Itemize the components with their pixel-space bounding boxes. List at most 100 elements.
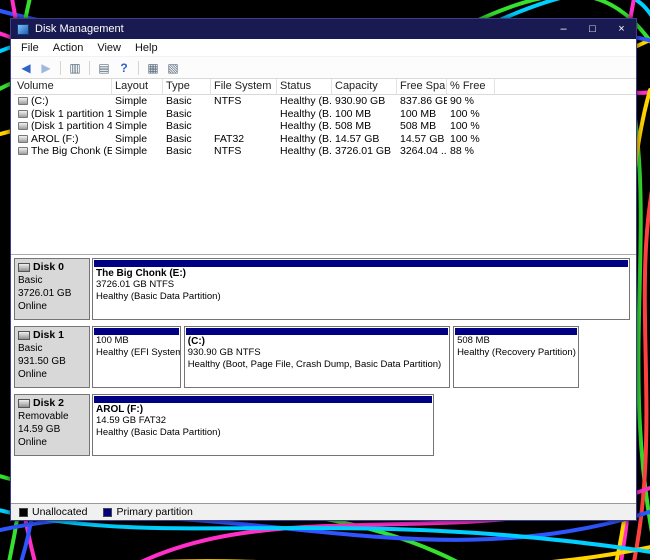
volume-table-header: VolumeLayoutTypeFile SystemStatusCapacit…	[14, 79, 636, 95]
volume-cell: (C:)	[14, 95, 112, 107]
partition-title: The Big Chonk (E:)	[93, 267, 629, 279]
volume-table-body: (C:)SimpleBasicNTFSHealthy (B...930.90 G…	[14, 95, 636, 158]
column-header-fill	[495, 79, 636, 95]
partition-line: Healthy (Basic Data Partition)	[93, 427, 433, 439]
disk-info: 931.50 GB	[18, 355, 86, 368]
column-header-free-spa-[interactable]: Free Spa...	[397, 79, 447, 95]
volume-cell: (Disk 1 partition 1)	[14, 108, 112, 120]
toolbar: ◀▶ ▥ ▤? ▦▧	[11, 57, 636, 79]
column-header-volume[interactable]: Volume	[14, 79, 112, 95]
volume-list-pane: VolumeLayoutTypeFile SystemStatusCapacit…	[11, 79, 636, 255]
partition-line: 3726.01 GB NTFS	[93, 279, 629, 291]
volume-row[interactable]: (C:)SimpleBasicNTFSHealthy (B...930.90 G…	[14, 95, 636, 108]
volume-cell: FAT32	[211, 133, 277, 145]
partition-line: 14.59 GB FAT32	[93, 415, 433, 427]
volume-cell: (Disk 1 partition 4)	[14, 120, 112, 132]
partition-title: (C:)	[185, 335, 449, 347]
column-header-file-system[interactable]: File System	[211, 79, 277, 95]
volume-row[interactable]: (Disk 1 partition 4)SimpleBasicHealthy (…	[14, 120, 636, 133]
volume-cell: 508 MB	[332, 120, 397, 132]
disk-panel[interactable]: Disk 1Basic931.50 GBOnline	[14, 326, 90, 388]
partition-box[interactable]: (C:)930.90 GB NTFSHealthy (Boot, Page Fi…	[184, 326, 450, 388]
volume-cell: 3264.04 ...	[397, 145, 447, 157]
legend-item: Unallocated	[19, 506, 87, 518]
volume-cell: Simple	[112, 95, 163, 107]
disk-info: Removable	[18, 410, 86, 423]
volume-cell: Basic	[163, 145, 211, 157]
volume-icon	[18, 122, 28, 130]
partition-color-strip	[94, 396, 432, 403]
menu-action[interactable]: Action	[46, 42, 91, 54]
volume-cell: 100 MB	[397, 108, 447, 120]
partition-title: AROL (F:)	[93, 403, 433, 415]
window-title: Disk Management	[35, 23, 124, 35]
disk-icon	[18, 331, 30, 340]
show-console-tree-icon[interactable]: ▥	[65, 59, 85, 77]
disk-info: 14.59 GB	[18, 423, 86, 436]
toolbar-separator	[138, 61, 139, 75]
menu-view[interactable]: View	[90, 42, 128, 54]
close-button[interactable]: ×	[607, 19, 636, 39]
disk-info: Online	[18, 368, 86, 381]
volume-row[interactable]: (Disk 1 partition 1)SimpleBasicHealthy (…	[14, 108, 636, 121]
forward-icon[interactable]: ▶	[36, 59, 56, 77]
title-bar[interactable]: Disk Management – □ ×	[11, 19, 636, 39]
volume-icon	[18, 97, 28, 105]
disk-row: Disk 0Basic3726.01 GBOnlineThe Big Chonk…	[14, 258, 630, 320]
volume-cell: Basic	[163, 133, 211, 145]
volume-cell: Basic	[163, 108, 211, 120]
legend-item: Primary partition	[103, 506, 192, 518]
partition-line: Healthy (Basic Data Partition)	[93, 291, 629, 303]
volume-cell: Simple	[112, 120, 163, 132]
partition-line: Healthy (Recovery Partition)	[454, 347, 578, 359]
volume-cell: Healthy (B...	[277, 95, 332, 107]
maximize-button[interactable]: □	[578, 19, 607, 39]
back-icon[interactable]: ◀	[16, 59, 36, 77]
properties-icon[interactable]: ▤	[94, 59, 114, 77]
volume-cell: AROL (F:)	[14, 133, 112, 145]
disk-info: Online	[18, 436, 86, 449]
disk-info: Online	[18, 300, 86, 313]
partition-box[interactable]: 100 MBHealthy (EFI System P	[92, 326, 181, 388]
disk-panel[interactable]: Disk 0Basic3726.01 GBOnline	[14, 258, 90, 320]
volume-cell: Simple	[112, 133, 163, 145]
volume-cell: 14.57 GB	[332, 133, 397, 145]
minimize-button[interactable]: –	[549, 19, 578, 39]
disk-info: Basic	[18, 342, 86, 355]
help-icon[interactable]: ?	[114, 59, 134, 77]
column-header--free[interactable]: % Free	[447, 79, 495, 95]
volume-row[interactable]: AROL (F:)SimpleBasicFAT32Healthy (B...14…	[14, 133, 636, 146]
volume-cell: NTFS	[211, 95, 277, 107]
toolbar-separator	[89, 61, 90, 75]
column-header-status[interactable]: Status	[277, 79, 332, 95]
graphical-pane: Disk 0Basic3726.01 GBOnlineThe Big Chonk…	[11, 255, 636, 503]
partition-color-strip	[455, 328, 577, 335]
partition-box[interactable]: 508 MBHealthy (Recovery Partition)	[453, 326, 579, 388]
volume-cell: 14.57 GB	[397, 133, 447, 145]
disk-info: 3726.01 GB	[18, 287, 86, 300]
disk-panel[interactable]: Disk 2Removable14.59 GBOnline	[14, 394, 90, 456]
up-level-icon[interactable]: ▧	[163, 59, 183, 77]
column-header-type[interactable]: Type	[163, 79, 211, 95]
volume-row[interactable]: The Big Chonk (E:)SimpleBasicNTFSHealthy…	[14, 145, 636, 158]
menu-help[interactable]: Help	[128, 42, 165, 54]
partition-color-strip	[94, 260, 628, 267]
volume-cell: 88 %	[447, 145, 495, 157]
partition-box[interactable]: The Big Chonk (E:)3726.01 GB NTFSHealthy…	[92, 258, 630, 320]
partition-color-strip	[186, 328, 448, 335]
partition-box[interactable]: AROL (F:)14.59 GB FAT32Healthy (Basic Da…	[92, 394, 434, 456]
volume-cell: Healthy (B...	[277, 120, 332, 132]
partition-line: Healthy (Boot, Page File, Crash Dump, Ba…	[185, 359, 449, 371]
disk-name: Disk 2	[18, 397, 86, 410]
legend-swatch	[103, 508, 112, 517]
menu-file[interactable]: File	[14, 42, 46, 54]
volume-cell: 3726.01 GB	[332, 145, 397, 157]
disk-icon	[18, 263, 30, 272]
column-header-capacity[interactable]: Capacity	[332, 79, 397, 95]
disk-management-window: Disk Management – □ × FileActionViewHelp…	[10, 18, 637, 521]
partition-color-strip	[94, 328, 179, 335]
views-icon[interactable]: ▦	[143, 59, 163, 77]
column-header-layout[interactable]: Layout	[112, 79, 163, 95]
volume-cell: 930.90 GB	[332, 95, 397, 107]
volume-icon	[18, 147, 28, 155]
